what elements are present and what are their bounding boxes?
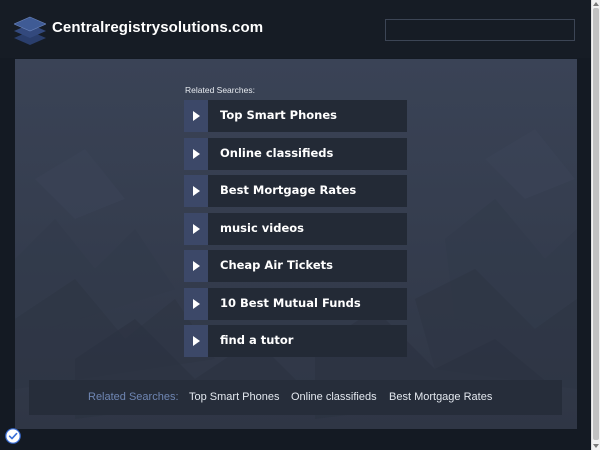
related-link-label[interactable]: music videos: [220, 221, 304, 235]
vertical-scrollbar[interactable]: [591, 0, 600, 450]
bottom-link-top-smart-phones[interactable]: Top Smart Phones: [189, 391, 280, 403]
bottom-link-best-mortgage-rates[interactable]: Best Mortgage Rates: [389, 391, 492, 403]
related-link-label[interactable]: Top Smart Phones: [220, 108, 337, 122]
related-link-item[interactable]: Online classifieds: [184, 137, 407, 170]
scroll-up-arrow-icon[interactable]: [593, 2, 599, 6]
bottom-link-online-classifieds[interactable]: Online classifieds: [291, 391, 377, 403]
related-link-label[interactable]: 10 Best Mutual Funds: [220, 296, 361, 310]
related-link-label[interactable]: Cheap Air Tickets: [220, 258, 333, 272]
site-name[interactable]: Centralregistrysolutions.com: [52, 19, 263, 36]
related-link-item[interactable]: Best Mortgage Rates: [184, 175, 407, 207]
site-header: Centralregistrysolutions.com: [0, 0, 591, 58]
play-arrow-icon: [184, 175, 208, 207]
privacy-check-icon[interactable]: [5, 428, 21, 444]
related-searches-heading: Related Searches:: [185, 85, 255, 95]
play-arrow-icon: [184, 137, 208, 170]
related-link-item[interactable]: 10 Best Mutual Funds: [184, 287, 407, 320]
related-links-list: Top Smart Phones Online classifieds Best…: [184, 100, 407, 363]
main-panel: Related Searches: Top Smart Phones Onlin…: [15, 59, 577, 429]
stacked-layers-icon[interactable]: [14, 11, 46, 47]
play-arrow-icon: [184, 212, 208, 245]
scroll-down-arrow-icon[interactable]: [593, 444, 599, 448]
play-arrow-icon: [184, 100, 208, 132]
related-link-item[interactable]: Cheap Air Tickets: [184, 250, 407, 282]
related-link-item[interactable]: Top Smart Phones: [184, 100, 407, 132]
related-link-label[interactable]: Best Mortgage Rates: [220, 183, 356, 197]
play-arrow-icon: [184, 325, 208, 357]
play-arrow-icon: [184, 250, 208, 282]
bottom-related-label: Related Searches:: [88, 391, 179, 403]
related-link-item[interactable]: music videos: [184, 212, 407, 245]
play-arrow-icon: [184, 287, 208, 320]
scroll-thumb[interactable]: [593, 8, 599, 440]
related-link-item[interactable]: find a tutor: [184, 325, 407, 357]
bottom-related-bar: Related Searches: Top Smart Phones Onlin…: [29, 380, 562, 415]
related-link-label[interactable]: Online classifieds: [220, 146, 333, 160]
search-input[interactable]: [385, 19, 575, 41]
related-link-label[interactable]: find a tutor: [220, 333, 293, 347]
